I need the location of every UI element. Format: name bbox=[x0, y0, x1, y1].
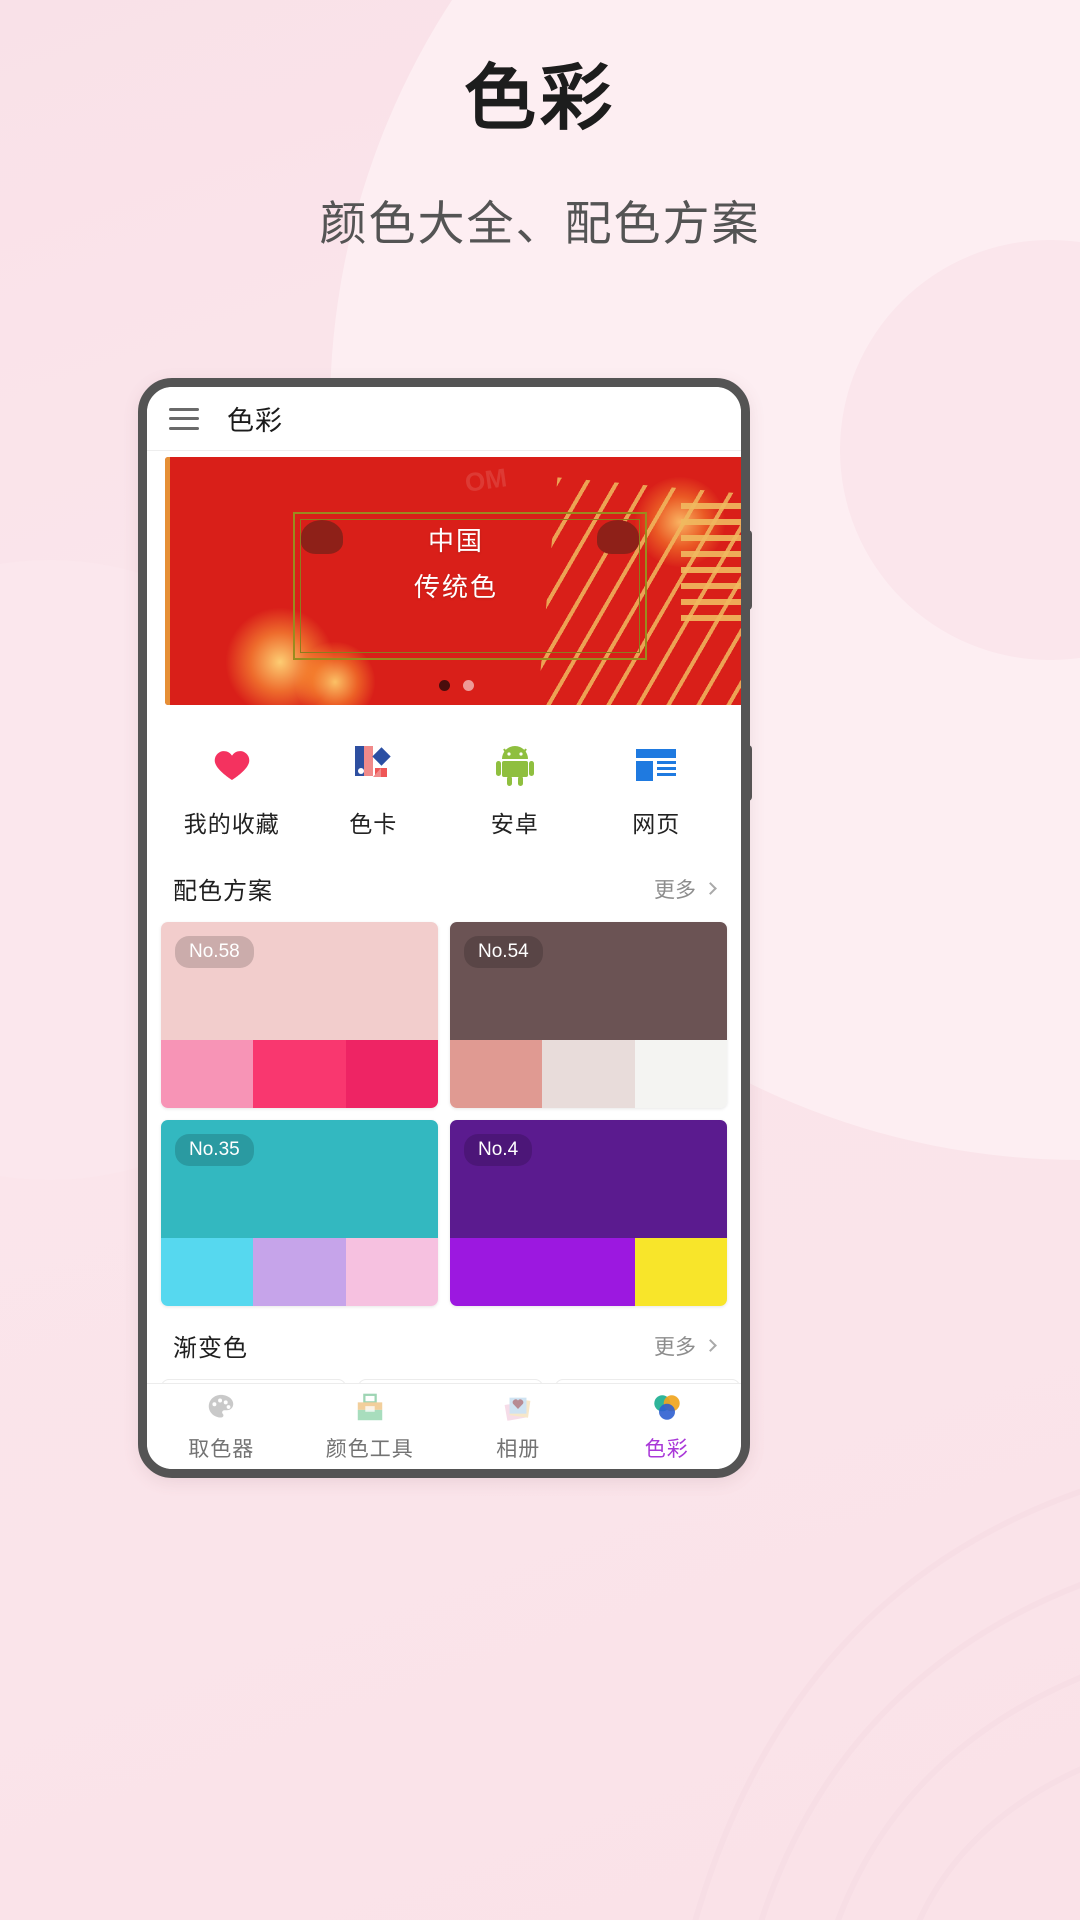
gradient-more-link[interactable]: 更多 bbox=[654, 1331, 717, 1361]
gradient-card[interactable]: 74. Juicy Cake bbox=[555, 1379, 740, 1383]
palette-swatch bbox=[634, 1040, 727, 1108]
palette-strip bbox=[161, 1238, 438, 1306]
page-subtitle: 颜色大全、配色方案 bbox=[319, 196, 761, 250]
banner-line-2: 传统色 bbox=[413, 571, 498, 602]
quick-action-label: 我的收藏 bbox=[183, 811, 280, 837]
palette-strip bbox=[450, 1040, 727, 1108]
palette-more-link[interactable]: 更多 bbox=[654, 874, 717, 904]
web-page-icon bbox=[634, 743, 678, 787]
page-title: 色彩 bbox=[463, 59, 616, 139]
nav-label: 相册 bbox=[496, 1437, 541, 1461]
color-card-icon bbox=[351, 743, 395, 787]
quick-action-webpage[interactable]: 网页 bbox=[586, 743, 728, 839]
bottom-navigation: 取色器 颜色工具 相册 色彩 bbox=[147, 1383, 741, 1469]
banner-text: 中国 传统色 bbox=[165, 519, 741, 610]
banner-line-1: 中国 bbox=[427, 526, 484, 556]
palette-card-tag: No.35 bbox=[175, 1134, 254, 1166]
palette-card-tag: No.58 bbox=[175, 936, 254, 968]
palette-main-color: No.4 bbox=[450, 1120, 727, 1238]
nav-label: 取色器 bbox=[188, 1437, 255, 1461]
palette-card[interactable]: No.4 bbox=[450, 1120, 727, 1306]
palette-icon bbox=[204, 1391, 238, 1425]
palette-strip bbox=[450, 1238, 727, 1306]
gradient-more-label: 更多 bbox=[654, 1335, 696, 1359]
quick-action-favorites[interactable]: 我的收藏 bbox=[161, 743, 303, 839]
palette-swatch bbox=[253, 1238, 346, 1306]
palette-card[interactable]: No.54 bbox=[450, 922, 727, 1108]
quick-action-color-card[interactable]: 色卡 bbox=[303, 743, 445, 839]
gradient-card[interactable]: 11. Fly High bbox=[161, 1379, 346, 1383]
heart-icon bbox=[210, 743, 254, 787]
palette-card[interactable]: No.58 bbox=[161, 922, 438, 1108]
page-headline: 色彩 颜色大全、配色方案 bbox=[0, 58, 1080, 254]
gradient-section-header: 渐变色 更多 bbox=[147, 1306, 741, 1379]
gradient-card-row[interactable]: 11. Fly High 12. Crystalline 74. Juicy C… bbox=[147, 1379, 741, 1383]
photos-icon bbox=[501, 1391, 535, 1425]
palette-swatch bbox=[161, 1238, 254, 1306]
palette-swatch bbox=[450, 1040, 543, 1108]
app-bar-title: 色彩 bbox=[227, 406, 283, 436]
nav-label: 颜色工具 bbox=[325, 1437, 414, 1461]
palette-card-tag: No.54 bbox=[464, 936, 543, 968]
palette-card[interactable]: No.35 bbox=[161, 1120, 438, 1306]
nav-item-album[interactable]: 相册 bbox=[444, 1384, 593, 1469]
palette-main-color: No.35 bbox=[161, 1120, 438, 1238]
nav-item-color-picker[interactable]: 取色器 bbox=[147, 1384, 296, 1469]
quick-action-android[interactable]: 安卓 bbox=[444, 743, 586, 839]
palette-swatch bbox=[345, 1040, 438, 1108]
hamburger-menu-icon[interactable] bbox=[169, 407, 199, 430]
palette-main-color: No.58 bbox=[161, 922, 438, 1040]
toolbox-icon bbox=[353, 1391, 387, 1425]
gradient-card[interactable]: 12. Crystalline bbox=[358, 1379, 543, 1383]
palette-more-label: 更多 bbox=[654, 878, 696, 902]
chevron-right-icon bbox=[704, 882, 717, 895]
nav-item-colors[interactable]: 色彩 bbox=[593, 1384, 742, 1469]
palette-swatch bbox=[161, 1040, 254, 1108]
quick-action-label: 色卡 bbox=[349, 811, 398, 837]
palette-swatch bbox=[345, 1238, 438, 1306]
palette-swatch bbox=[542, 1040, 635, 1108]
palette-grid: No.58 No.54 No.35 No.4 bbox=[147, 922, 741, 1306]
quick-action-label: 安卓 bbox=[490, 811, 539, 837]
palette-section-title: 配色方案 bbox=[173, 878, 273, 905]
palette-strip bbox=[161, 1040, 438, 1108]
app-screen: 色彩 OM 中国 传统色 我的收藏 色卡 安卓 网页 配色方案 更多 No.58… bbox=[147, 387, 741, 1469]
nav-label: 色彩 bbox=[644, 1437, 689, 1461]
palette-main-color: No.54 bbox=[450, 922, 727, 1040]
scroll-content[interactable]: OM 中国 传统色 我的收藏 色卡 安卓 网页 配色方案 更多 No.58 No… bbox=[147, 451, 741, 1383]
banner-carousel[interactable]: OM 中国 传统色 bbox=[147, 451, 741, 705]
chevron-right-icon bbox=[704, 1339, 717, 1352]
phone-mockup: 色彩 OM 中国 传统色 我的收藏 色卡 安卓 网页 配色方案 更多 No.58… bbox=[138, 378, 750, 1478]
palette-section-header: 配色方案 更多 bbox=[147, 849, 741, 922]
nav-item-color-tools[interactable]: 颜色工具 bbox=[296, 1384, 445, 1469]
palette-card-tag: No.4 bbox=[464, 1134, 533, 1166]
carousel-dot[interactable] bbox=[462, 680, 474, 691]
palette-swatch bbox=[634, 1238, 727, 1306]
quick-action-label: 网页 bbox=[632, 811, 681, 837]
carousel-dot-active[interactable] bbox=[438, 680, 450, 691]
carousel-dots[interactable] bbox=[165, 680, 741, 691]
app-bar: 色彩 bbox=[147, 387, 741, 451]
palette-swatch bbox=[253, 1040, 346, 1108]
banner-slide[interactable]: OM 中国 传统色 bbox=[165, 457, 741, 705]
palette-swatch bbox=[450, 1238, 635, 1306]
gradient-section-title: 渐变色 bbox=[173, 1335, 248, 1362]
color-circles-icon bbox=[650, 1391, 684, 1425]
quick-actions-row: 我的收藏 色卡 安卓 网页 bbox=[147, 705, 741, 849]
banner-watermark: OM bbox=[463, 462, 509, 498]
android-icon bbox=[493, 743, 537, 787]
